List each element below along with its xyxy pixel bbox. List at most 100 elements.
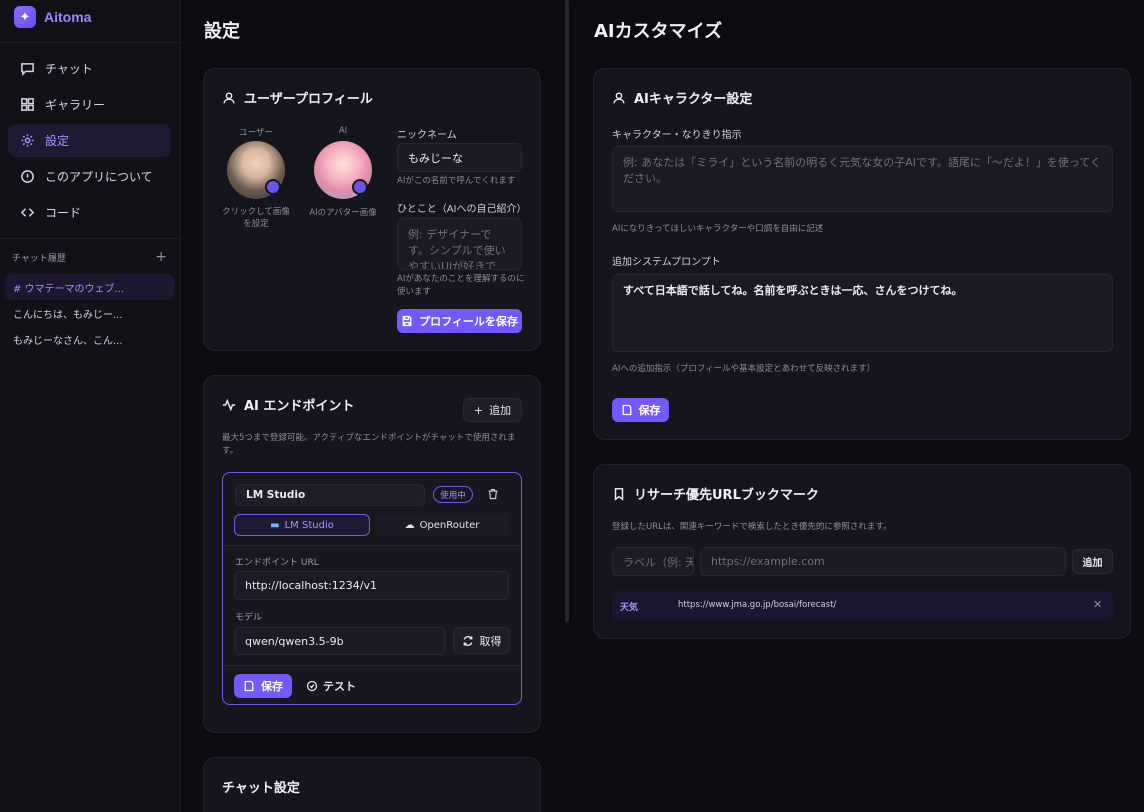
button-label: 追加 (489, 404, 512, 417)
button-label: プロフィールを保存 (419, 315, 518, 328)
nickname-label: ニックネーム (397, 130, 457, 141)
save-icon (402, 315, 412, 327)
nav-label: このアプリについて (45, 170, 153, 184)
divider (0, 238, 181, 239)
system-prompt-label: 追加システムプロンプト (612, 257, 721, 268)
button-label: 保存 (261, 680, 283, 693)
activity-icon (222, 398, 236, 411)
ai-avatar-label: AI (338, 126, 348, 136)
character-instruction-textarea[interactable]: 例: あなたは「ミライ」という名前の明るく元気な女の子AIです。語尾に「〜だよ！… (612, 146, 1113, 212)
system-prompt-textarea[interactable]: すべて日本語で話してね。名前を呼ぶときは一応、さんをつけてね。 (612, 274, 1113, 352)
bookmark-url[interactable]: https://www.jma.go.jp/bosai/forecast/ (678, 600, 836, 610)
endpoint-description: 最大5つまで登録可能。アクティブなエンドポイントがチャットで使用されます。 (222, 433, 516, 456)
divider (223, 665, 521, 666)
trash-icon[interactable] (487, 488, 499, 500)
user-icon (223, 91, 235, 103)
endpoint-card-title: AI エンドポイント (222, 395, 354, 414)
user-avatar-label: ユーザー (239, 128, 273, 138)
plus-icon: + (473, 403, 484, 417)
pencil-icon[interactable] (352, 179, 368, 195)
save-profile-button[interactable]: プロフィールを保存 (397, 309, 522, 333)
provider-label: OpenRouter (419, 519, 480, 531)
nav-item-chat[interactable]: チャット (8, 52, 171, 85)
info-icon (21, 170, 34, 183)
main-nav: チャット ギャラリー 設定 このアプリについて コード (8, 52, 171, 232)
sidebar: ✦ Aitoma チャット ギャラリー 設定 このアプリについて コード チャッ… (0, 0, 181, 812)
sparkle-icon: ✦ (14, 6, 36, 28)
nav-item-about[interactable]: このアプリについて (8, 160, 171, 193)
save-icon (622, 404, 631, 416)
test-endpoint-button[interactable]: テスト (303, 676, 359, 696)
app-name: Aitoma (44, 9, 92, 25)
divider (223, 545, 521, 546)
provider-lmstudio[interactable]: ▬ LM Studio (234, 514, 370, 536)
ai-avatar-caption: AIのアバター画像 (309, 208, 377, 218)
pencil-icon[interactable] (265, 179, 281, 195)
add-endpoint-button[interactable]: + 追加 (463, 398, 522, 422)
user-avatar-caption: クリックして画像を設定 (222, 207, 290, 229)
monitor-icon: ▬ (270, 519, 280, 531)
refresh-icon (463, 635, 472, 646)
history-title: チャット履歴 (12, 253, 66, 264)
bookmark-label: 天気 (620, 603, 639, 613)
check-circle-icon (306, 680, 318, 692)
grid-icon (21, 98, 34, 111)
divider (0, 42, 181, 43)
profile-card-title: ユーザープロフィール (222, 88, 373, 107)
history-item[interactable]: こんにちは、もみじー... (5, 300, 174, 326)
bookmarks-card-title: リサーチ優先URLブックマーク (612, 484, 819, 503)
model-label: モデル (235, 613, 263, 623)
button-label: テスト (323, 680, 356, 693)
gear-icon (21, 134, 34, 147)
intro-label: ひとこと（AIへの自己紹介） (397, 204, 527, 215)
close-icon[interactable]: ✕ (1093, 598, 1102, 611)
code-icon (20, 208, 35, 217)
customize-title: AIカスタマイズ (594, 21, 723, 42)
instruction-label: キャラクター・なりきり指示 (612, 130, 742, 141)
page-title: 設定 (204, 21, 240, 42)
url-label: エンドポイント URL (235, 558, 319, 568)
plus-icon[interactable]: + (155, 249, 167, 265)
button-label: 取得 (479, 634, 502, 648)
system-prompt-hint: AIへの追加指示（プロフィールや基本設定とあわせて反映されます） (612, 364, 876, 374)
nav-label: チャット (45, 62, 93, 76)
endpoint-url-input[interactable]: http://localhost:1234/v1 (234, 571, 509, 600)
provider-openrouter[interactable]: ☁ OpenRouter (376, 514, 508, 536)
card-title-text: リサーチ優先URLブックマーク (634, 488, 819, 503)
instruction-hint: AIになりきってほしいキャラクターや口調を自由に記述 (612, 224, 824, 234)
add-bookmark-button[interactable]: 追加 (1072, 549, 1113, 574)
history-list: # ウマテーマのウェブ... こんにちは、もみじー... もみじーなさん、こん.… (5, 274, 174, 352)
history-item[interactable]: # ウマテーマのウェブ... (5, 274, 174, 300)
fetch-models-button[interactable]: 取得 (453, 627, 510, 654)
bookmark-url-input[interactable]: https://example.com (700, 547, 1066, 576)
save-character-button[interactable]: 保存 (612, 398, 669, 422)
endpoint-name-input[interactable]: LM Studio (235, 484, 425, 506)
nav-item-gallery[interactable]: ギャラリー (8, 88, 171, 121)
intro-textarea[interactable]: 例: デザイナーです。シンプルで使いやすいUIが好きです... (397, 218, 522, 270)
card-title-text: ユーザープロフィール (244, 92, 373, 107)
button-label: 保存 (638, 404, 661, 417)
nav-label: ギャラリー (45, 98, 106, 112)
character-card-title: AIキャラクター設定 (612, 88, 752, 107)
nickname-input[interactable]: もみじーな (397, 143, 522, 172)
nav-item-settings[interactable]: 設定 (8, 124, 171, 157)
chat-icon (21, 63, 34, 76)
active-badge: 使用中 (433, 486, 473, 503)
intro-hint: AIがあなたのことを理解するのに使います (397, 274, 525, 297)
bookmarks-description: 登録したURLは、関連キーワードで検索したとき優先的に参照されます。 (612, 522, 892, 532)
cloud-icon: ☁ (404, 519, 415, 531)
nav-item-code[interactable]: コード (8, 196, 171, 229)
model-input[interactable]: qwen/qwen3.5-9b (234, 627, 446, 655)
scrollbar[interactable] (565, 0, 569, 622)
bookmark-label-input[interactable]: ラベル（例: 天 (612, 547, 694, 576)
card-title-text: AIキャラクター設定 (634, 92, 753, 107)
nav-label: 設定 (45, 134, 70, 148)
save-icon (244, 680, 254, 692)
save-endpoint-button[interactable]: 保存 (234, 674, 292, 698)
chat-settings-title: チャット設定 (222, 781, 300, 796)
brand[interactable]: ✦ Aitoma (14, 6, 91, 28)
card-title-text: AI エンドポイント (244, 399, 355, 414)
provider-label: LM Studio (284, 519, 334, 531)
history-item[interactable]: もみじーなさん、こん... (5, 326, 174, 352)
nickname-hint: AIがこの名前で呼んでくれます (397, 176, 516, 186)
